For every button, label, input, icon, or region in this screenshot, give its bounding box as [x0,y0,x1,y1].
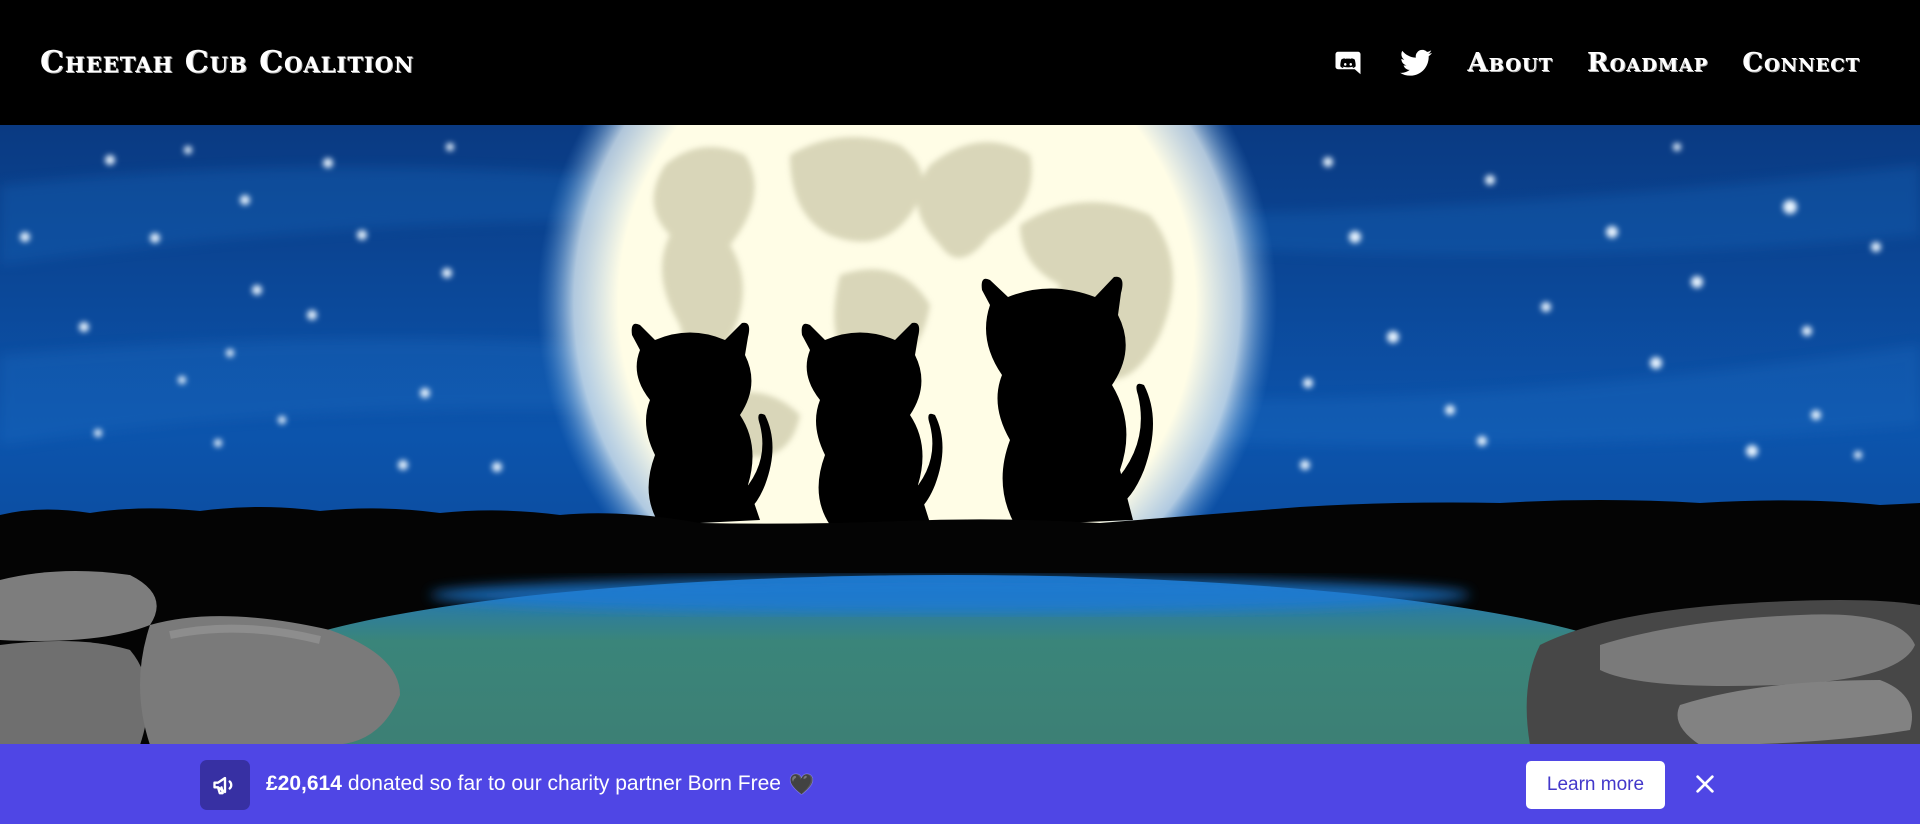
hero-illustration [0,125,1920,745]
donation-banner: £20,614 donated so far to our charity pa… [0,744,1920,824]
main-nav: About Roadmap Connect [1331,46,1860,80]
learn-more-button[interactable]: Learn more [1526,761,1665,809]
twitter-icon [1400,49,1433,76]
close-icon [1696,775,1714,793]
dismiss-banner-button[interactable] [1690,769,1720,799]
brand-title[interactable]: Cheetah Cub Coalition [40,45,414,80]
nav-connect-link[interactable]: Connect [1742,48,1860,78]
donation-amount: £20,614 [266,772,342,795]
heart-icon: 🖤 [789,773,814,796]
donation-text: donated so far to our charity partner Bo… [347,772,781,795]
discord-icon [1335,51,1361,74]
discord-link[interactable] [1331,46,1365,80]
donation-message: £20,614 donated so far to our charity pa… [266,744,814,824]
night-scene-illustration [0,125,1920,745]
nav-about-link[interactable]: About [1467,48,1553,78]
megaphone-icon [213,776,233,795]
nav-roadmap-link[interactable]: Roadmap [1587,48,1708,78]
megaphone-icon-box [200,760,250,810]
site-header: Cheetah Cub Coalition About Roadmap Conn… [0,0,1920,125]
twitter-link[interactable] [1399,46,1433,80]
